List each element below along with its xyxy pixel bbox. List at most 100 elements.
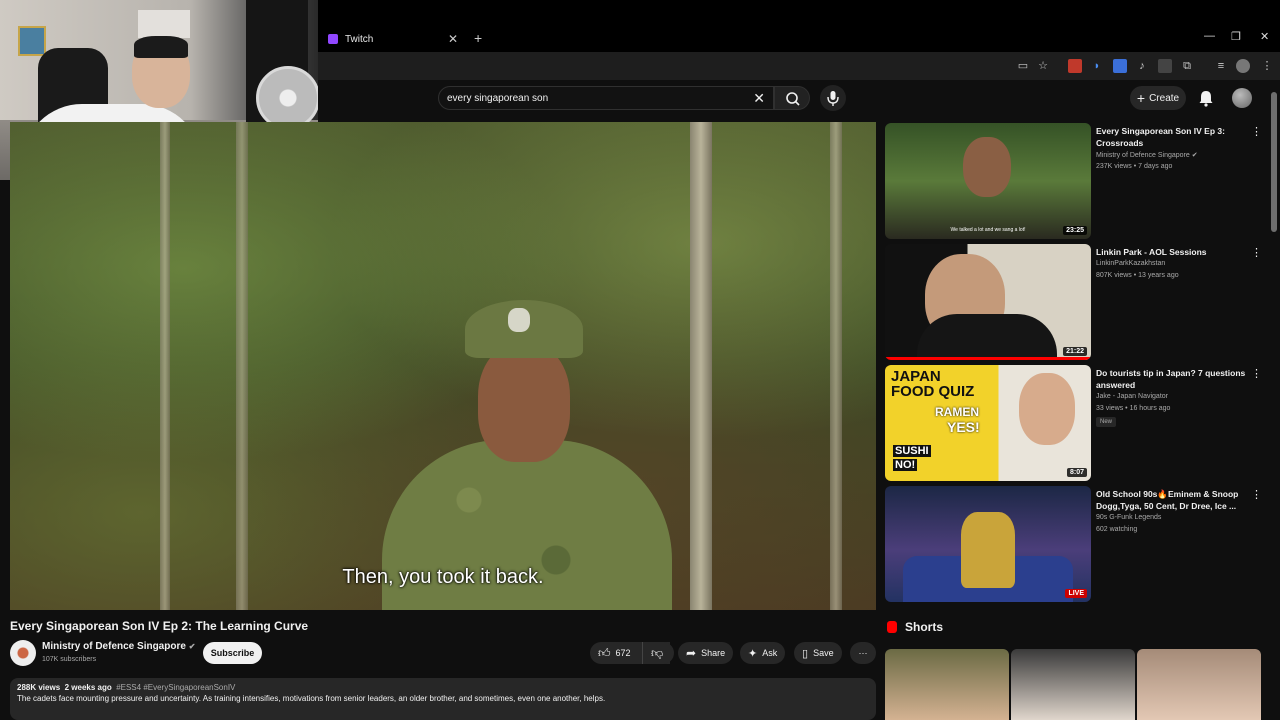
webcam-poster bbox=[18, 26, 46, 56]
sparkle-icon: ✦ bbox=[748, 647, 758, 660]
verified-icon: ✔ bbox=[188, 642, 196, 651]
tab-title: Twitch bbox=[345, 33, 374, 45]
browser-toolbar: ▭ ☆ ◗ ♪ ⧉ ≡ ⋮ bbox=[318, 52, 1280, 80]
watch-progress-bar bbox=[885, 357, 1091, 360]
channel-name[interactable]: Ministry of Defence Singapore ✔ bbox=[42, 641, 195, 652]
subscriber-count: 107K subscribers bbox=[42, 656, 97, 663]
twitch-icon bbox=[328, 34, 338, 44]
more-icon: ··· bbox=[858, 648, 868, 658]
more-vert-icon[interactable]: ⋮ bbox=[1251, 488, 1262, 501]
shorts-thumbnail[interactable] bbox=[1137, 649, 1261, 720]
thumbnail-caption: We talked a lot and we sang a lot! bbox=[950, 227, 1026, 233]
restore-button[interactable]: ❐ bbox=[1231, 30, 1241, 43]
bookmark-icon: ▯ bbox=[802, 647, 809, 660]
menu-dots-icon[interactable]: ⋮ bbox=[1260, 59, 1274, 73]
recommendation-title: Linkin Park - AOL Sessions bbox=[1096, 247, 1207, 257]
more-vert-icon[interactable]: ⋮ bbox=[1251, 246, 1262, 259]
tab-close-icon[interactable]: ✕ bbox=[448, 32, 458, 46]
channel-avatar[interactable] bbox=[10, 640, 36, 666]
new-tab-button[interactable]: + bbox=[474, 30, 482, 46]
minimize-button[interactable]: — bbox=[1204, 30, 1215, 42]
search-input[interactable]: every singaporean son ✕ bbox=[438, 86, 774, 110]
dislike-button[interactable]: 👎︎ bbox=[642, 642, 674, 664]
notifications-bell-icon[interactable] bbox=[1196, 88, 1216, 108]
recommendation-item[interactable]: 21:22 Linkin Park - AOL Sessions LinkinP… bbox=[885, 244, 1265, 360]
shorts-thumbnail[interactable] bbox=[885, 649, 1009, 720]
puzzle-icon[interactable]: ⧉ bbox=[1180, 59, 1194, 73]
extension-icon[interactable]: ≡ bbox=[1214, 59, 1228, 73]
create-label: Create bbox=[1149, 92, 1180, 104]
like-count: 672 bbox=[615, 648, 631, 658]
extension-icon[interactable]: ◗ bbox=[1090, 59, 1104, 73]
recommendation-item[interactable]: We talked a lot and we sang a lot! 23:25… bbox=[885, 123, 1265, 239]
bookmark-star-icon[interactable]: ☆ bbox=[1036, 59, 1050, 73]
recommendation-thumbnail[interactable]: 21:22 bbox=[885, 244, 1091, 360]
create-button[interactable]: + Create bbox=[1130, 86, 1186, 110]
extension-icon[interactable] bbox=[1158, 59, 1172, 73]
extension-icon[interactable] bbox=[1068, 59, 1082, 73]
share-button[interactable]: ➦ Share bbox=[678, 642, 734, 664]
video-title: Every Singaporean Son IV Ep 2: The Learn… bbox=[10, 619, 309, 633]
account-avatar[interactable] bbox=[1232, 88, 1252, 108]
ask-button[interactable]: ✦ Ask bbox=[740, 642, 786, 664]
clear-search-icon[interactable]: ✕ bbox=[753, 90, 765, 107]
window-close-button[interactable]: ✕ bbox=[1260, 30, 1269, 43]
tree-trunk bbox=[690, 122, 712, 610]
voice-search-button[interactable] bbox=[820, 85, 846, 111]
save-button[interactable]: ▯ Save bbox=[794, 642, 842, 664]
recommendation-channel[interactable]: Jake - Japan Navigator bbox=[1096, 393, 1168, 400]
tree-trunk bbox=[236, 122, 248, 610]
recommendation-item[interactable]: LIVE Old School 90s🔥Eminem & Snoop Dogg,… bbox=[885, 486, 1265, 602]
shorts-icon bbox=[887, 621, 897, 633]
browser-tab[interactable]: Twitch ✕ bbox=[320, 28, 466, 50]
hashtags[interactable]: #ESS4 #EverySingaporeanSonIV bbox=[116, 683, 235, 692]
recommendation-item[interactable]: JAPAN FOOD QUIZ RAMEN YES! SUSHI NO! 8:0… bbox=[885, 365, 1265, 481]
recommendation-thumbnail[interactable]: LIVE bbox=[885, 486, 1091, 602]
recommendation-channel[interactable]: LinkinParkKazakhstan bbox=[1096, 260, 1165, 267]
subscribe-button[interactable]: Subscribe bbox=[203, 642, 262, 664]
profile-icon[interactable] bbox=[1236, 59, 1250, 73]
page-scrollbar[interactable] bbox=[1271, 92, 1277, 232]
view-count: 288K views bbox=[17, 683, 61, 692]
cap-badge bbox=[508, 308, 530, 332]
video-player[interactable]: Then, you took it back. bbox=[10, 122, 876, 610]
webcam-sign bbox=[138, 10, 190, 38]
thumbnail-text: JAPAN bbox=[891, 368, 941, 385]
thumbnail-text: RAMEN bbox=[935, 405, 979, 419]
recommendation-title: Every Singaporean Son IV Ep 3: Crossroad… bbox=[1096, 126, 1225, 148]
tree-trunk bbox=[160, 122, 170, 610]
more-vert-icon[interactable]: ⋮ bbox=[1251, 367, 1262, 380]
recommendation-thumbnail[interactable]: We talked a lot and we sang a lot! 23:25 bbox=[885, 123, 1091, 239]
ask-label: Ask bbox=[762, 648, 778, 658]
shorts-thumbnail[interactable] bbox=[1011, 649, 1135, 720]
recommendation-thumbnail[interactable]: JAPAN FOOD QUIZ RAMEN YES! SUSHI NO! 8:0… bbox=[885, 365, 1091, 481]
duration-badge: 8:07 bbox=[1066, 468, 1087, 477]
shorts-heading: Shorts bbox=[887, 620, 943, 634]
recommendation-title: Old School 90s🔥Eminem & Snoop Dogg,Tyga,… bbox=[1096, 489, 1239, 511]
recommendation-meta: 807K views • 13 years ago bbox=[1096, 272, 1179, 279]
video-subtitle: Then, you took it back. bbox=[342, 566, 544, 588]
thumbnail-text: YES! bbox=[947, 419, 980, 435]
thumbs-down-icon: 👎︎ bbox=[651, 645, 664, 660]
recommendation-channel[interactable]: Ministry of Defence Singapore ✔ bbox=[1096, 151, 1198, 159]
soldier-face bbox=[478, 342, 570, 462]
share-label: Share bbox=[701, 648, 726, 658]
more-vert-icon[interactable]: ⋮ bbox=[1251, 125, 1262, 138]
extension-icon[interactable] bbox=[1113, 59, 1127, 73]
upload-age: 2 weeks ago bbox=[64, 683, 112, 692]
description-text: The cadets face mounting pressure and un… bbox=[17, 694, 606, 703]
recommendation-meta: 602 watching bbox=[1096, 526, 1138, 533]
more-actions-button[interactable]: ··· bbox=[850, 642, 876, 664]
save-label: Save bbox=[813, 648, 834, 658]
thumbnail-face bbox=[963, 137, 1011, 197]
webcam-person-hair bbox=[134, 36, 188, 58]
cast-icon[interactable]: ▭ bbox=[1016, 59, 1030, 73]
tree-trunk bbox=[830, 122, 842, 610]
description-box[interactable]: 288K views 2 weeks ago #ESS4 #EverySinga… bbox=[10, 678, 876, 720]
duration-badge: 21:22 bbox=[1063, 347, 1087, 356]
search-button[interactable] bbox=[774, 86, 810, 110]
speaker-icon[interactable]: ♪ bbox=[1135, 59, 1149, 73]
recommendation-channel[interactable]: 90s G-Funk Legends bbox=[1096, 514, 1161, 521]
thumbnail-face bbox=[1019, 373, 1075, 445]
plus-icon: + bbox=[1136, 90, 1146, 106]
